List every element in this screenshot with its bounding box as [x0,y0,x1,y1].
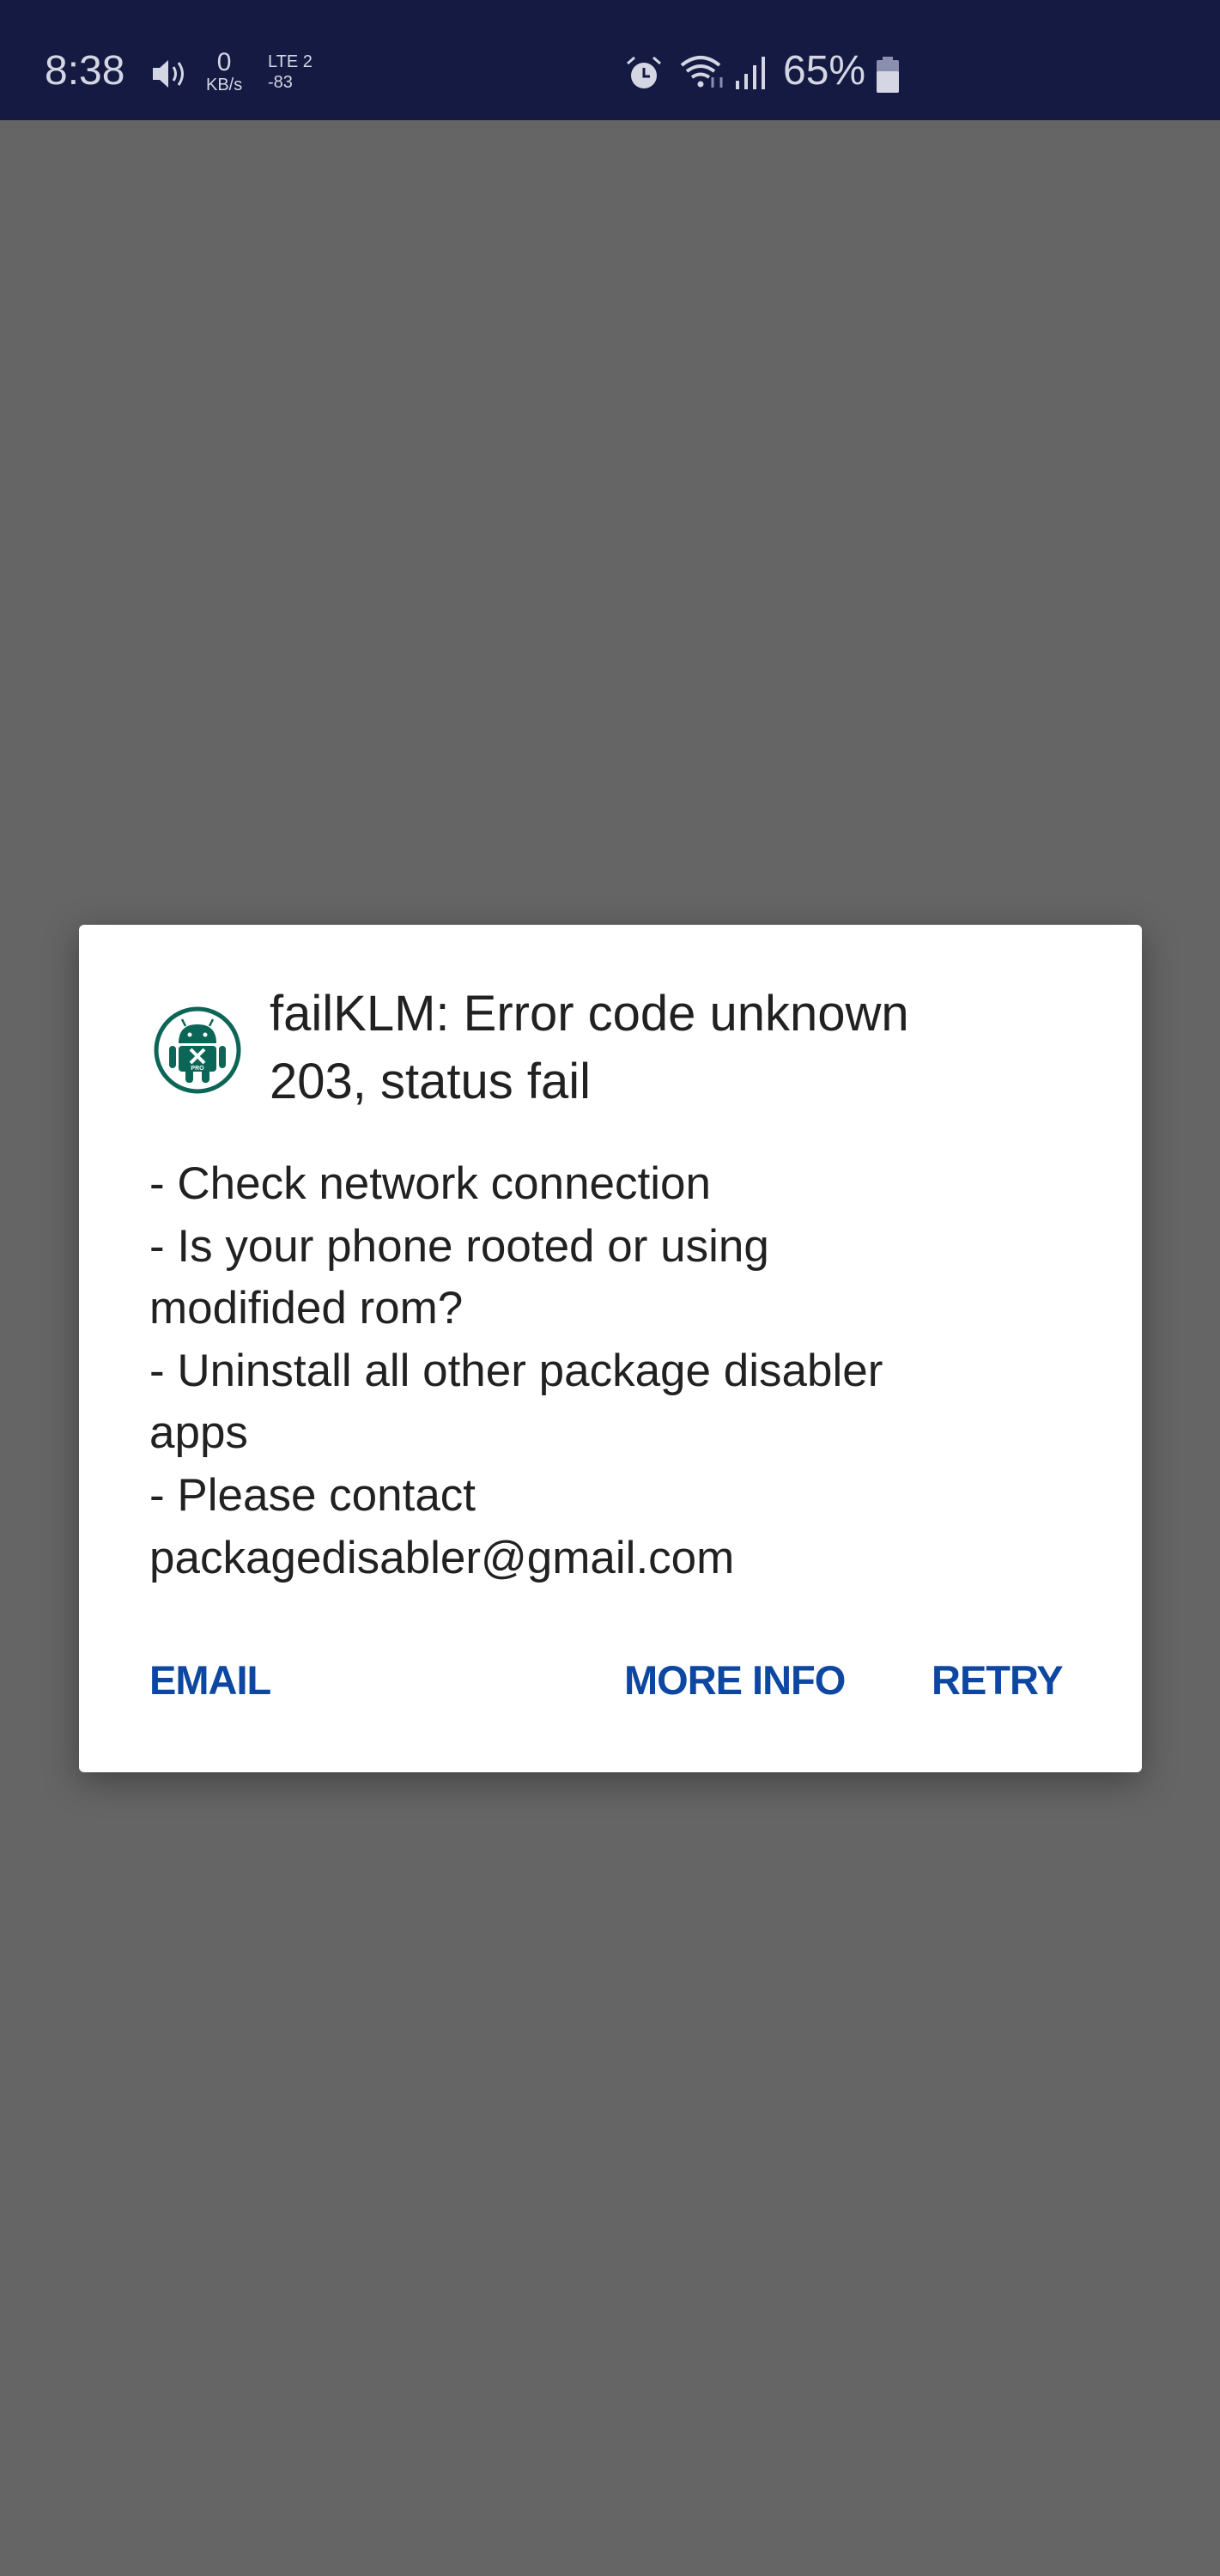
network-speed: 0 KB/s [206,50,242,96]
message-line: apps [149,1407,248,1459]
wifi-icon [680,56,723,88]
network-type: LTE 2 [268,52,313,71]
dialog-title: failKLM: Error code unknown 203, status … [270,980,909,1115]
retry-button[interactable]: RETRY [932,1656,1064,1704]
message-line: packagedisabler@gmail.com [149,1532,735,1583]
battery-percent: 65% [783,48,866,94]
signal-dbm: -83 [268,73,293,92]
title-line: 203, status fail [270,1054,591,1109]
signal-icon [736,57,765,89]
message-line: - Uninstall all other package disabler [149,1345,883,1396]
volume-icon [153,60,184,88]
error-dialog: PRO failKLM: Error code unknown 203, sta… [79,925,1142,1772]
email-button[interactable]: EMAIL [149,1656,271,1704]
message-line: modifided rom? [149,1283,464,1334]
network-info: LTE 2 -83 [268,52,313,93]
message-line: - Check network connection [149,1158,711,1209]
more-info-button[interactable]: MORE INFO [624,1656,846,1704]
title-line: failKLM: Error code unknown [270,986,909,1042]
alarm-icon [627,56,661,88]
battery-icon [877,57,899,93]
speed-value: 0 [216,48,232,76]
app-icon: PRO [154,1006,241,1094]
dialog-message: - Check network connection - Is your pho… [149,1153,883,1589]
message-line: - Is your phone rooted or using [149,1220,769,1272]
status-bar: 8:38 0 KB/s LTE 2 -83 65% [0,0,1220,120]
message-line: - Please contact [149,1469,476,1521]
svg-text:PRO: PRO [191,1066,204,1072]
clock: 8:38 [45,48,125,94]
speed-unit: KB/s [206,76,243,94]
